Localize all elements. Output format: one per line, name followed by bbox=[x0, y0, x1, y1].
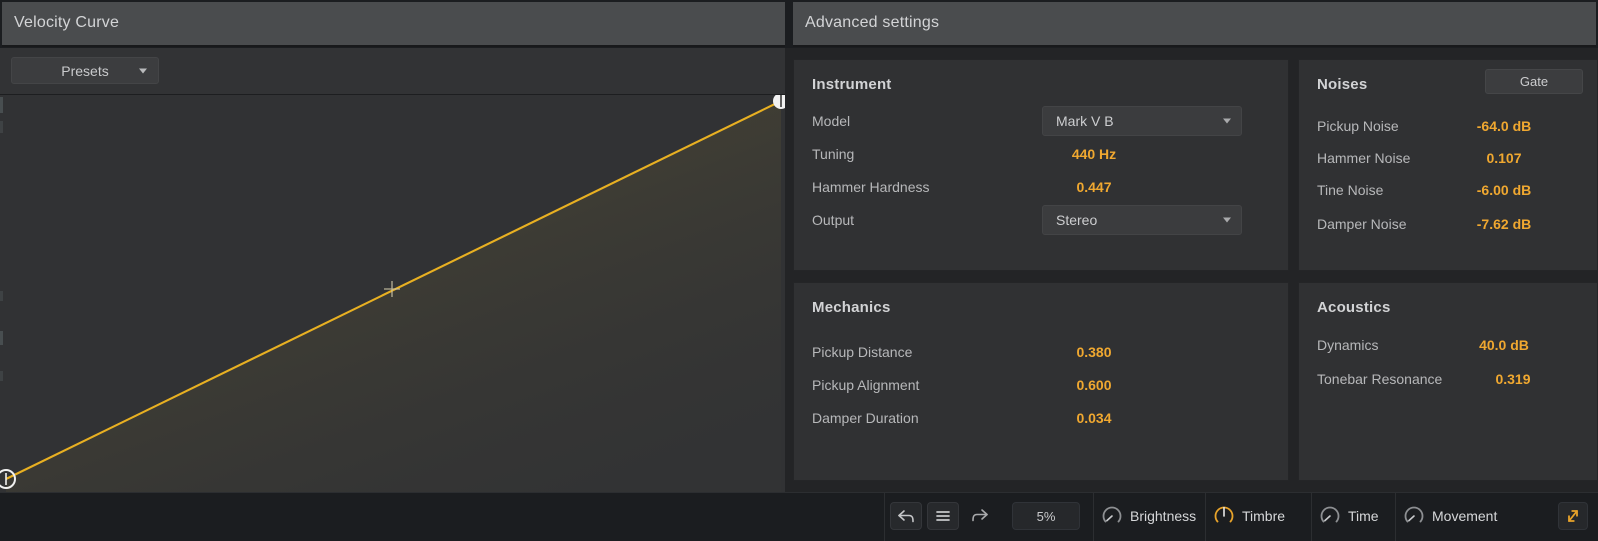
toolbar-divider-3 bbox=[1311, 493, 1312, 541]
toolbar-divider-mid bbox=[1093, 493, 1094, 541]
velocity-curve-panel: Presets bbox=[0, 48, 785, 492]
velocity-curve-title: Velocity Curve bbox=[14, 14, 120, 31]
advanced-settings-panel: Instrument Model Mark V B Tuning 440 Hz … bbox=[785, 48, 1598, 492]
pickup-alignment-label: Pickup Alignment bbox=[812, 377, 920, 393]
redo-arrow-icon bbox=[972, 509, 988, 522]
velocity-curve-header: Velocity Curve bbox=[2, 2, 785, 47]
advanced-settings-header: Advanced settings bbox=[793, 2, 1596, 47]
row-damper-duration: Damper Duration 0.034 bbox=[794, 405, 1288, 431]
row-hammer-noise: Hammer Noise 0.107 bbox=[1299, 145, 1597, 171]
hammer-hardness-value[interactable]: 0.447 bbox=[1034, 174, 1154, 200]
toolbar-divider-2 bbox=[1205, 493, 1206, 541]
pickup-noise-value[interactable]: -64.0 dB bbox=[1449, 113, 1559, 139]
row-hammer-hardness: Hammer Hardness 0.447 bbox=[794, 174, 1288, 200]
plugin-window: Velocity Curve Advanced settings Presets bbox=[0, 0, 1598, 541]
pickup-noise-label: Pickup Noise bbox=[1317, 118, 1399, 134]
dynamics-value[interactable]: 40.0 dB bbox=[1449, 332, 1559, 358]
row-damper-noise: Damper Noise -7.62 dB bbox=[1299, 211, 1597, 237]
presets-dropdown[interactable]: Presets bbox=[11, 57, 159, 84]
knob-icon bbox=[1320, 506, 1340, 523]
output-value: Stereo bbox=[1056, 212, 1098, 228]
dynamics-label: Dynamics bbox=[1317, 337, 1379, 353]
bottom-toolbar: 5% Brightness Timbre Time Movement bbox=[0, 492, 1598, 541]
acoustics-section-title: Acoustics bbox=[1317, 299, 1391, 316]
knob-movement-label: Movement bbox=[1432, 508, 1498, 524]
tonebar-resonance-label: Tonebar Resonance bbox=[1317, 371, 1443, 387]
knob-timbre-label: Timbre bbox=[1242, 508, 1286, 524]
gate-label: Gate bbox=[1519, 74, 1549, 89]
instrument-section-title: Instrument bbox=[812, 76, 892, 93]
velocity-curve-svg[interactable] bbox=[0, 95, 785, 492]
row-pickup-noise: Pickup Noise -64.0 dB bbox=[1299, 113, 1597, 139]
knob-time[interactable]: Time bbox=[1318, 502, 1379, 530]
percent-field[interactable]: 5% bbox=[1012, 502, 1080, 530]
advanced-settings-title: Advanced settings bbox=[805, 14, 940, 31]
pickup-distance-value[interactable]: 0.380 bbox=[1034, 339, 1154, 365]
knob-icon bbox=[1102, 506, 1122, 523]
tuning-value[interactable]: 440 Hz bbox=[1034, 141, 1154, 167]
row-dynamics: Dynamics 40.0 dB bbox=[1299, 332, 1597, 358]
hamburger-menu-icon bbox=[936, 511, 950, 521]
chevron-down-icon bbox=[139, 68, 147, 73]
damper-noise-label: Damper Noise bbox=[1317, 216, 1407, 232]
expand-diagonal-icon bbox=[1568, 510, 1578, 522]
undo-button[interactable] bbox=[890, 502, 922, 530]
expand-button[interactable] bbox=[1558, 502, 1588, 530]
row-model: Model Mark V B bbox=[794, 106, 1288, 136]
curve-fill-area bbox=[6, 101, 781, 492]
presets-toolbar: Presets bbox=[0, 48, 785, 95]
model-label: Model bbox=[812, 113, 851, 129]
knob-time-label: Time bbox=[1348, 508, 1379, 524]
tine-noise-label: Tine Noise bbox=[1317, 182, 1384, 198]
pickup-distance-label: Pickup Distance bbox=[812, 344, 913, 360]
knob-icon bbox=[1214, 506, 1234, 523]
hammer-hardness-label: Hammer Hardness bbox=[812, 179, 930, 195]
noises-card: Noises Gate Pickup Noise -64.0 dB Hammer… bbox=[1298, 59, 1598, 271]
output-label: Output bbox=[812, 212, 855, 228]
knob-icon bbox=[1404, 506, 1424, 523]
knob-timbre[interactable]: Timbre bbox=[1212, 502, 1285, 530]
noises-section-title: Noises bbox=[1317, 76, 1368, 93]
tine-noise-value[interactable]: -6.00 dB bbox=[1449, 177, 1559, 203]
chevron-down-icon bbox=[1223, 217, 1231, 223]
model-value: Mark V B bbox=[1056, 113, 1114, 129]
knob-movement[interactable]: Movement bbox=[1402, 502, 1497, 530]
model-select[interactable]: Mark V B bbox=[1042, 106, 1242, 136]
menu-button[interactable] bbox=[927, 502, 959, 530]
chevron-down-icon bbox=[1223, 118, 1231, 124]
damper-duration-label: Damper Duration bbox=[812, 410, 919, 426]
undo-arrow-icon bbox=[898, 510, 914, 523]
mechanics-section-title: Mechanics bbox=[812, 299, 891, 316]
row-pickup-distance: Pickup Distance 0.380 bbox=[794, 339, 1288, 365]
tonebar-resonance-value[interactable]: 0.319 bbox=[1467, 366, 1559, 392]
hammer-noise-value[interactable]: 0.107 bbox=[1449, 145, 1559, 171]
acoustics-card: Acoustics Dynamics 40.0 dB Tonebar Reson… bbox=[1298, 282, 1598, 481]
toolbar-divider-4 bbox=[1395, 493, 1396, 541]
damper-duration-value[interactable]: 0.034 bbox=[1034, 405, 1154, 431]
hammer-noise-label: Hammer Noise bbox=[1317, 150, 1411, 166]
velocity-curve-graph[interactable] bbox=[0, 95, 785, 492]
pickup-alignment-value[interactable]: 0.600 bbox=[1034, 372, 1154, 398]
tuning-label: Tuning bbox=[812, 146, 855, 162]
redo-button[interactable] bbox=[964, 502, 996, 530]
presets-label: Presets bbox=[61, 62, 109, 79]
header-bar: Velocity Curve Advanced settings bbox=[0, 0, 1598, 48]
row-pickup-alignment: Pickup Alignment 0.600 bbox=[794, 372, 1288, 398]
mechanics-card: Mechanics Pickup Distance 0.380 Pickup A… bbox=[793, 282, 1289, 481]
percent-value: 5% bbox=[1036, 508, 1056, 524]
knob-brightness-label: Brightness bbox=[1130, 508, 1197, 524]
toolbar-divider-left bbox=[884, 493, 885, 541]
row-output: Output Stereo bbox=[794, 205, 1288, 235]
axis-tick-marks bbox=[0, 97, 3, 381]
instrument-card: Instrument Model Mark V B Tuning 440 Hz … bbox=[793, 59, 1289, 271]
output-select[interactable]: Stereo bbox=[1042, 205, 1242, 235]
row-tuning: Tuning 440 Hz bbox=[794, 141, 1288, 167]
row-tine-noise: Tine Noise -6.00 dB bbox=[1299, 177, 1597, 203]
row-tonebar-resonance: Tonebar Resonance 0.319 bbox=[1299, 366, 1597, 392]
gate-button[interactable]: Gate bbox=[1485, 69, 1583, 94]
knob-brightness[interactable]: Brightness bbox=[1100, 502, 1196, 530]
damper-noise-value[interactable]: -7.62 dB bbox=[1449, 211, 1559, 237]
